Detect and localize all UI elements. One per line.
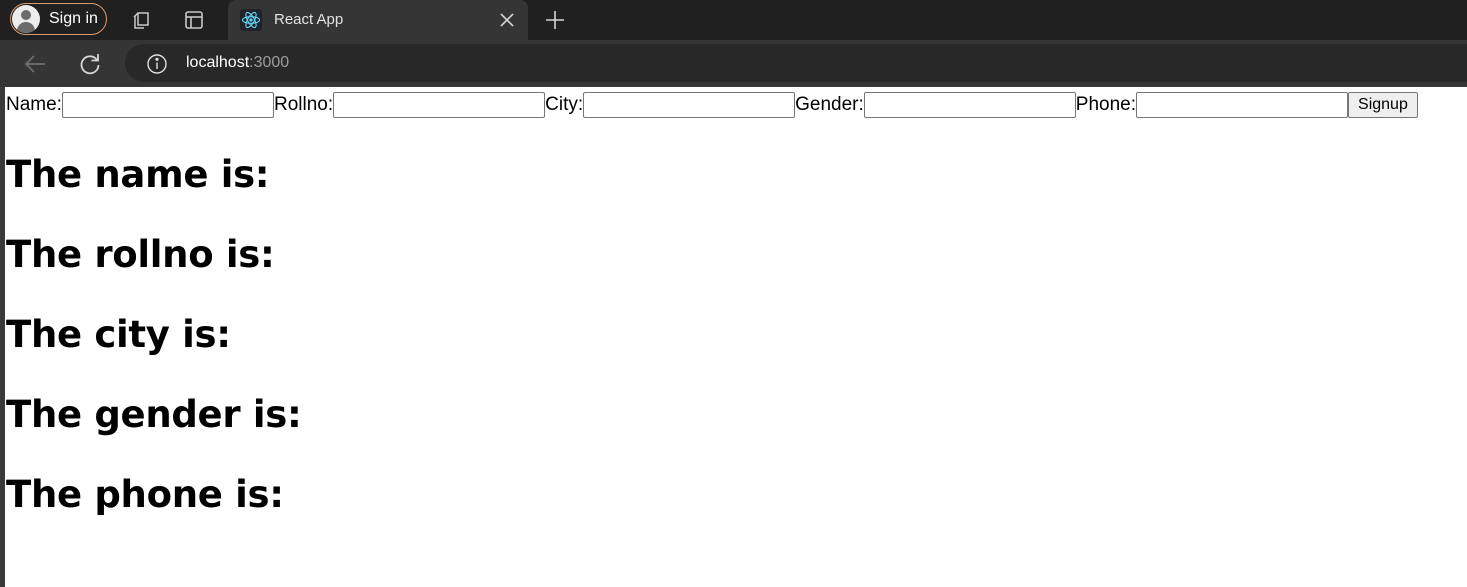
phone-label: Phone: — [1075, 94, 1137, 115]
name-input[interactable] — [61, 92, 274, 118]
site-info-icon[interactable] — [146, 53, 168, 75]
profile-sign-in-button[interactable]: Sign in — [10, 3, 107, 35]
back-arrow-icon[interactable] — [22, 52, 48, 76]
tab-bar: Sign in React App — [0, 0, 1467, 40]
name-label: Name: — [6, 94, 62, 115]
workspaces-icon[interactable] — [129, 8, 153, 32]
url-bar[interactable]: localhost:3000 — [125, 44, 1467, 82]
signup-form: Name: Rollno: City: Gender: Phone: Signu… — [6, 91, 1418, 119]
gender-output-heading: The gender is: — [6, 393, 302, 436]
plus-icon[interactable] — [543, 8, 567, 32]
tab-react-app[interactable]: React App — [228, 0, 528, 40]
url-port: :3000 — [249, 54, 290, 71]
address-bar: localhost:3000 — [0, 40, 1467, 87]
city-output-heading: The city is: — [6, 313, 231, 356]
react-favicon — [240, 9, 262, 31]
city-label: City: — [545, 94, 584, 115]
viewport-left-edge — [0, 87, 5, 587]
reload-icon[interactable] — [77, 51, 103, 77]
name-output-heading: The name is: — [6, 153, 270, 196]
rollno-label: Rollno: — [273, 94, 334, 115]
close-icon[interactable] — [498, 11, 516, 29]
tab-title: React App — [274, 11, 344, 28]
profile-sign-in-label: Sign in — [49, 10, 98, 27]
city-input[interactable] — [583, 92, 796, 118]
gender-label: Gender: — [795, 94, 864, 115]
signup-button[interactable]: Signup — [1348, 92, 1418, 118]
user-avatar-icon — [12, 5, 40, 33]
side-panel-icon[interactable] — [182, 8, 206, 32]
rollno-input[interactable] — [333, 92, 546, 118]
page-viewport: Name: Rollno: City: Gender: Phone: Signu… — [0, 87, 1467, 587]
url-text: localhost:3000 — [186, 54, 289, 72]
phone-input[interactable] — [1136, 92, 1349, 118]
phone-output-heading: The phone is: — [6, 473, 284, 516]
gender-input[interactable] — [863, 92, 1076, 118]
rollno-output-heading: The rollno is: — [6, 233, 275, 276]
url-host: localhost — [186, 54, 250, 71]
